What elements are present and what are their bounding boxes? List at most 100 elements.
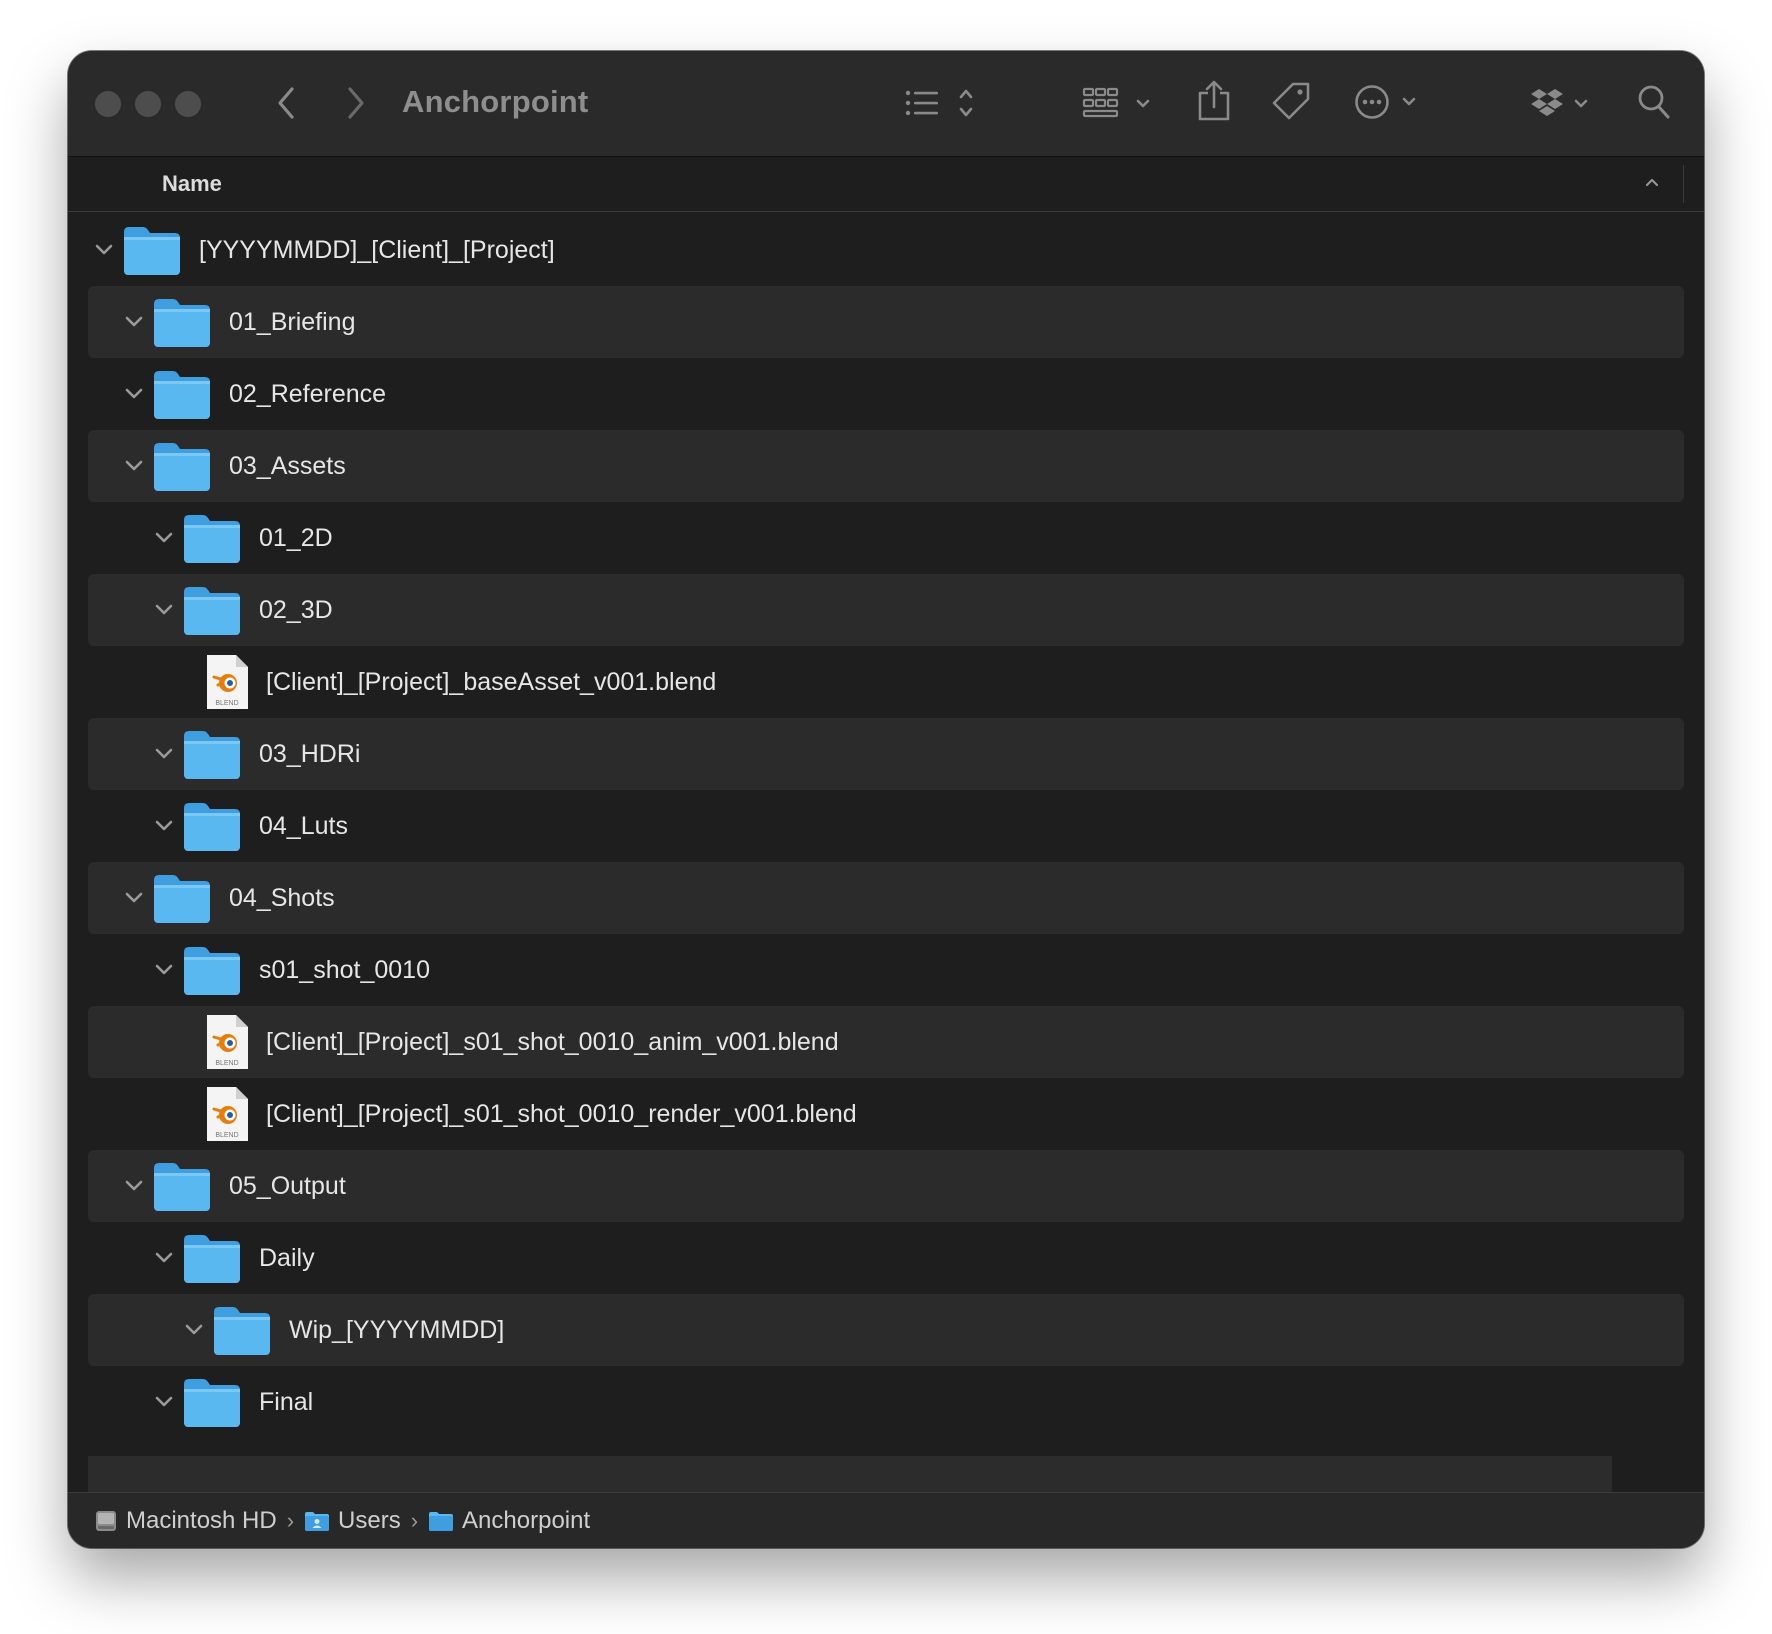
sort-ascending-icon[interactable] — [1644, 175, 1660, 193]
disclosure-chevron-down-icon[interactable] — [154, 600, 174, 620]
disclosure-chevron-down-icon[interactable] — [124, 384, 144, 404]
file-name: [Client]_[Project]_baseAsset_v001.blend — [266, 668, 717, 696]
folder-name: 04_Luts — [259, 812, 348, 840]
path-item-label: Anchorpoint — [462, 1506, 591, 1534]
tree-row-folder[interactable]: 02_3D — [88, 574, 1684, 646]
tree-row-folder[interactable]: 03_Assets — [88, 430, 1684, 502]
file-list: [YYYYMMDD]_[Client]_[Project] 01_Briefing… — [68, 212, 1704, 1492]
path-separator: › — [286, 1507, 295, 1533]
disclosure-chevron-down-icon[interactable] — [154, 816, 174, 836]
tree-row-folder[interactable]: 03_HDRi — [88, 718, 1684, 790]
tag-icon[interactable] — [1271, 81, 1311, 121]
folder-name: Daily — [259, 1244, 315, 1272]
folder-icon — [182, 584, 242, 641]
folder-icon — [152, 296, 212, 353]
folder-name: [YYYYMMDD]_[Client]_[Project] — [199, 236, 555, 264]
path-item-anchorpoint[interactable]: Anchorpoint — [428, 1507, 590, 1535]
disclosure-chevron-down-icon[interactable] — [124, 888, 144, 908]
forward-icon[interactable] — [338, 85, 374, 121]
blend-icon-caption: BLEND — [215, 1060, 238, 1067]
tree-row-folder[interactable]: 02_Reference — [88, 358, 1684, 430]
tree-row-folder[interactable]: 04_Shots — [88, 862, 1684, 934]
blend-file-icon: BLEND — [204, 1085, 250, 1148]
folder-name: 03_Assets — [229, 452, 346, 480]
disclosure-chevron-down-icon[interactable] — [154, 960, 174, 980]
hard-drive-icon — [96, 1510, 116, 1531]
tree-row-folder[interactable]: Wip_[YYYYMMDD] — [88, 1294, 1684, 1366]
column-divider — [1683, 165, 1684, 203]
more-icon[interactable] — [1354, 83, 1424, 121]
disclosure-chevron-down-icon[interactable] — [154, 1392, 174, 1412]
disclosure-chevron-down-icon[interactable] — [154, 744, 174, 764]
tree-row-folder[interactable]: 01_Briefing — [88, 286, 1684, 358]
tree-row-folder[interactable]: Final — [88, 1366, 1684, 1438]
path-bar: Macintosh HD › Users › Anchorpoint — [68, 1492, 1704, 1548]
folder-name: 03_HDRi — [259, 740, 361, 768]
tree-row-folder[interactable]: 01_2D — [88, 502, 1684, 574]
file-name: [Client]_[Project]_s01_shot_0010_render_… — [266, 1100, 857, 1128]
path-item-label: Users — [338, 1506, 401, 1534]
folder-icon — [182, 800, 242, 857]
blend-file-icon: BLEND — [204, 653, 250, 716]
folder-icon — [182, 728, 242, 785]
tree-row-file[interactable]: BLEND [Client]_[Project]_baseAsset_v001.b… — [88, 646, 1684, 718]
path-item-users[interactable]: Users — [304, 1507, 401, 1535]
zoom-button[interactable] — [175, 91, 201, 117]
disclosure-chevron-down-icon[interactable] — [124, 456, 144, 476]
disclosure-chevron-down-icon[interactable] — [184, 1320, 204, 1340]
disclosure-chevron-down-icon[interactable] — [154, 1248, 174, 1268]
horizontal-scrollbar[interactable] — [88, 1456, 1612, 1492]
minimize-button[interactable] — [135, 91, 161, 117]
close-button[interactable] — [95, 91, 121, 117]
folder-icon — [182, 1376, 242, 1433]
folder-icon — [182, 1232, 242, 1289]
tree-row-folder[interactable]: Daily — [88, 1222, 1684, 1294]
disclosure-chevron-down-icon[interactable] — [124, 312, 144, 332]
tree-row-folder[interactable]: 04_Luts — [88, 790, 1684, 862]
folder-icon — [212, 1304, 272, 1361]
tree-row-folder[interactable]: [YYYYMMDD]_[Client]_[Project] — [88, 214, 1684, 286]
tree-row-file[interactable]: BLEND [Client]_[Project]_s01_shot_0010_re… — [88, 1078, 1684, 1150]
back-icon[interactable] — [268, 85, 304, 121]
folder-name: s01_shot_0010 — [259, 956, 430, 984]
folder-icon — [122, 224, 182, 281]
search-icon[interactable] — [1636, 83, 1672, 121]
window-title: Anchorpoint — [402, 84, 589, 119]
folder-name: 04_Shots — [229, 884, 335, 912]
finder-window: Anchorpoint Name [YYYYMMDD]_[Client]_[Pr… — [68, 51, 1704, 1548]
folder-name: Wip_[YYYYMMDD] — [289, 1316, 505, 1344]
column-header: Name — [68, 157, 1704, 212]
group-icon[interactable] — [1082, 85, 1156, 121]
folder-name: 01_Briefing — [229, 308, 356, 336]
path-item-macintosh-hd[interactable]: Macintosh HD — [94, 1507, 277, 1535]
path-separator: › — [410, 1507, 419, 1533]
folder-icon — [152, 1160, 212, 1217]
folder-icon — [429, 1511, 454, 1531]
disclosure-chevron-down-icon[interactable] — [124, 1176, 144, 1196]
folder-name: 02_Reference — [229, 380, 387, 408]
disclosure-chevron-down-icon[interactable] — [154, 528, 174, 548]
blend-file-icon: BLEND — [204, 1013, 250, 1076]
folder-icon — [152, 872, 212, 929]
folder-name: 02_3D — [259, 596, 333, 624]
tree-row-folder[interactable]: 05_Output — [88, 1150, 1684, 1222]
folder-name: 01_2D — [259, 524, 333, 552]
share-icon[interactable] — [1196, 79, 1232, 123]
blend-icon-caption: BLEND — [215, 700, 238, 707]
tree-row-folder[interactable]: s01_shot_0010 — [88, 934, 1684, 1006]
folder-icon — [182, 944, 242, 1001]
disclosure-chevron-down-icon[interactable] — [94, 240, 114, 260]
toolbar: Anchorpoint — [68, 51, 1704, 157]
path-item-label: Macintosh HD — [126, 1506, 277, 1534]
dropbox-icon[interactable] — [1530, 85, 1596, 121]
folder-icon — [182, 512, 242, 569]
users-folder-icon — [305, 1511, 330, 1531]
list-view-icon[interactable] — [904, 85, 984, 121]
folder-name: 05_Output — [229, 1172, 346, 1200]
folder-icon — [152, 368, 212, 425]
folder-name: Final — [259, 1388, 314, 1416]
blend-icon-caption: BLEND — [215, 1132, 238, 1139]
tree-row-file[interactable]: BLEND [Client]_[Project]_s01_shot_0010_an… — [88, 1006, 1684, 1078]
name-column-header[interactable]: Name — [162, 171, 222, 197]
folder-icon — [152, 440, 212, 497]
